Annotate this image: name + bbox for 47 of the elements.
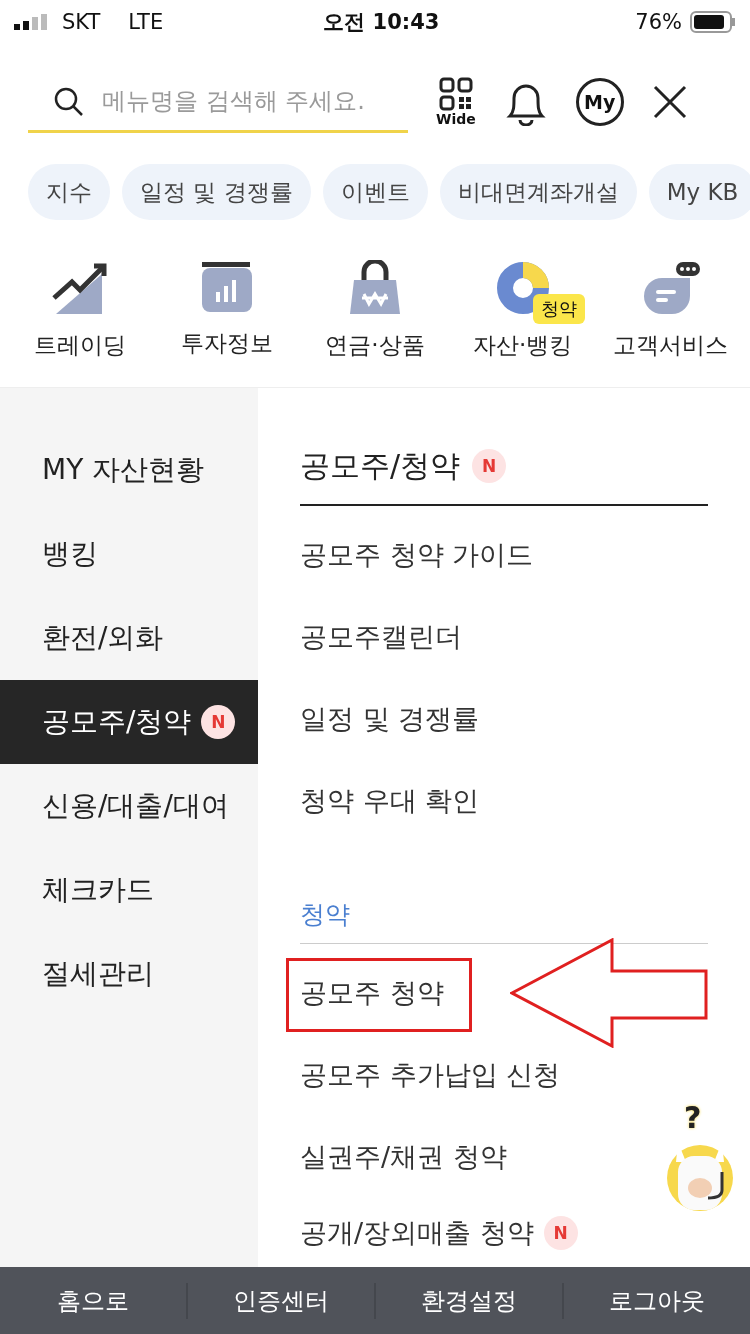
bottom-nav-button[interactable]: 인증센터 xyxy=(186,1282,374,1319)
battery-text: 76% xyxy=(635,10,682,34)
new-badge: N xyxy=(543,1216,578,1250)
bottom-nav-button[interactable]: 홈으로 xyxy=(0,1282,186,1319)
quick-link-chip[interactable]: 비대면계좌개설 xyxy=(439,164,637,220)
sidebar-item[interactable]: 환전/외화 xyxy=(0,596,258,680)
quick-link-chip[interactable]: 이벤트 xyxy=(322,164,428,220)
shopping-bag-icon xyxy=(348,260,402,316)
category-button[interactable]: 투자정보 xyxy=(157,260,298,361)
badge-tag: 청약 xyxy=(532,294,585,324)
category-button[interactable]: 트레이딩 xyxy=(9,260,150,361)
sidebar-item[interactable]: 신용/대출/대여 xyxy=(0,764,258,848)
bottom-nav-button[interactable]: 환경설정 xyxy=(374,1282,562,1319)
category-button[interactable]: 연금·상품 xyxy=(305,260,445,361)
sidebar-item[interactable]: 절세관리 xyxy=(0,932,258,1016)
carrier-text: SKT xyxy=(62,10,101,34)
menu-item[interactable]: 청약 우대 확인 xyxy=(300,760,480,842)
category-button[interactable]: 청약 자산·뱅킹 xyxy=(452,260,593,361)
section-title: 공모주/청약 xyxy=(300,446,461,485)
bar-chart-icon xyxy=(200,260,255,314)
network-text: LTE xyxy=(128,10,164,34)
sidebar-item[interactable]: 체크카드 xyxy=(0,848,258,932)
qr-code-button[interactable]: Wide xyxy=(436,77,476,127)
menu-item[interactable]: 공모주캘린더 xyxy=(300,596,462,678)
search-field[interactable]: 메뉴명을 검색해 주세요. xyxy=(28,71,408,133)
sidebar-item[interactable]: 뱅킹 xyxy=(0,512,258,596)
help-mark: ? xyxy=(684,1100,702,1135)
section-heading: 청약 xyxy=(300,899,350,931)
clock-text: 오전 10:43 xyxy=(323,9,440,36)
sidebar-item[interactable]: MY 자산현황 xyxy=(0,428,258,512)
close-button[interactable] xyxy=(651,84,688,120)
quick-link-chip[interactable]: My KB xyxy=(648,164,750,220)
new-badge: N xyxy=(201,705,236,739)
my-page-button[interactable]: My xyxy=(575,78,624,126)
bottom-nav-button[interactable]: 로그아웃 xyxy=(562,1282,750,1319)
quick-link-chip[interactable]: 지수 xyxy=(28,164,110,220)
menu-item[interactable]: 공모주 청약 xyxy=(300,952,444,1034)
quick-link-chip[interactable]: 일정 및 경쟁률 xyxy=(122,164,311,220)
new-badge: N xyxy=(472,449,507,483)
menu-item[interactable]: 공모주 청약 가이드 xyxy=(300,514,534,596)
menu-item[interactable]: 일정 및 경쟁률 xyxy=(300,678,480,760)
category-button[interactable]: 고객서비스 xyxy=(600,260,741,361)
search-icon xyxy=(54,87,84,117)
sidebar-item[interactable]: 공모주/청약 N xyxy=(0,680,258,764)
battery-icon xyxy=(690,11,736,33)
menu-item[interactable]: 공모주 추가납입 신청 xyxy=(300,1034,561,1116)
menu-item[interactable]: 실권주/채권 청약 xyxy=(300,1116,507,1198)
